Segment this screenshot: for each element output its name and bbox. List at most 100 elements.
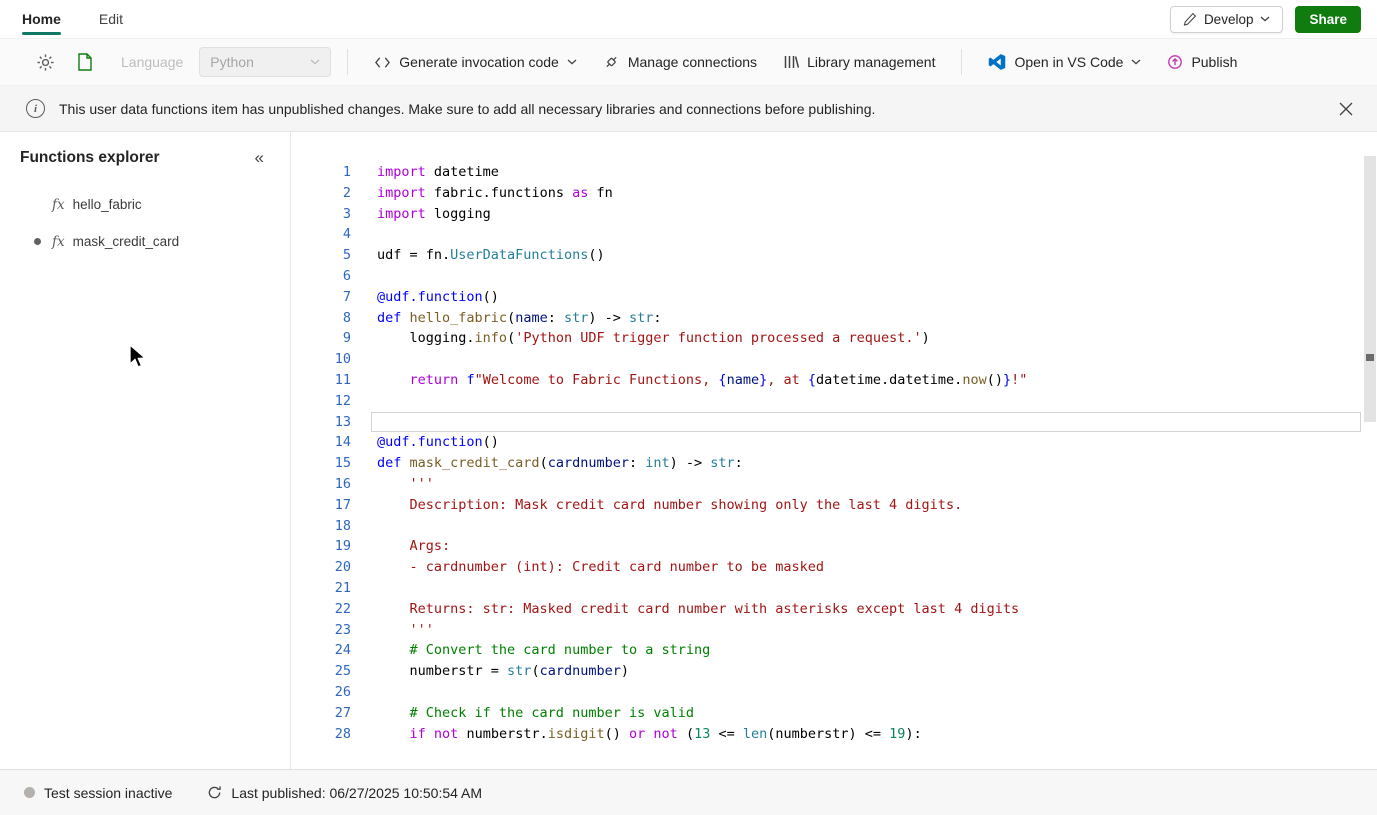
function-item-label: mask_credit_card — [72, 234, 180, 249]
script-file-button[interactable] — [69, 46, 101, 78]
publish-button[interactable]: Publish — [1157, 47, 1247, 77]
code-line[interactable]: 24 # Convert the card number to a string — [303, 640, 1377, 661]
overview-ruler-mark — [1366, 354, 1374, 361]
code-line[interactable]: 10 — [303, 349, 1377, 370]
code-line[interactable]: 2 import fabric.functions as fn — [303, 183, 1377, 204]
code-line[interactable]: 12 — [303, 391, 1377, 412]
line-text: @udf.function() — [377, 288, 499, 305]
code-line[interactable]: 16 ''' — [303, 474, 1377, 495]
line-text: ''' — [377, 621, 434, 638]
line-text: udf = fn.UserDataFunctions() — [377, 247, 605, 264]
code-line[interactable]: 6 — [303, 266, 1377, 287]
line-number: 26 — [334, 683, 351, 700]
library-books-icon — [784, 56, 800, 68]
line-number: 4 — [342, 226, 351, 243]
code-line[interactable]: 22 Returns: str: Masked credit card numb… — [303, 599, 1377, 620]
line-number: 16 — [334, 475, 351, 492]
line-text: ''' — [377, 475, 434, 492]
code-brackets-icon — [375, 56, 391, 68]
develop-button[interactable]: Develop — [1169, 5, 1284, 33]
plug-icon — [606, 56, 617, 68]
code-line[interactable]: 20 - cardnumber (int): Credit card numbe… — [303, 557, 1377, 578]
tab-home[interactable]: Home — [22, 0, 61, 38]
line-text: # Convert the card number to a string — [377, 642, 711, 659]
tab-edit[interactable]: Edit — [99, 0, 123, 38]
code-line[interactable]: 25 numberstr = str(cardnumber) — [303, 661, 1377, 682]
publish-label: Publish — [1191, 54, 1238, 70]
function-item-hello_fabric[interactable]: fx hello_fabric — [0, 186, 290, 223]
scrollbar-handle[interactable] — [1364, 156, 1376, 422]
gear-icon — [37, 53, 54, 71]
line-text: Returns: str: Masked credit card number … — [377, 600, 1020, 617]
language-value: Python — [210, 54, 254, 70]
chevron-down-icon — [567, 59, 577, 65]
close-banner-button[interactable] — [1333, 96, 1359, 122]
last-published-group: Last published: 06/27/2025 10:50:54 AM — [207, 785, 482, 801]
share-button[interactable]: Share — [1295, 5, 1361, 33]
modified-indicator-dot — [34, 238, 41, 245]
function-item-mask_credit_card[interactable]: fx mask_credit_card — [0, 223, 290, 260]
line-text: # Check if the card number is valid — [377, 704, 694, 721]
line-number: 13 — [334, 413, 351, 430]
line-text: import fabric.functions as fn — [377, 184, 613, 201]
line-number: 28 — [334, 725, 351, 742]
code-line[interactable]: 5 udf = fn.UserDataFunctions() — [303, 245, 1377, 266]
pencil-icon — [1183, 12, 1197, 26]
tab-home-label: Home — [22, 11, 61, 27]
line-number: 27 — [334, 704, 351, 721]
code-line[interactable]: 9 logging.info('Python UDF trigger funct… — [303, 328, 1377, 349]
code-line[interactable]: 19 Args: — [303, 536, 1377, 557]
code-line[interactable]: 4 — [303, 224, 1377, 245]
line-text: return f"Welcome to Fabric Functions, {n… — [409, 371, 1028, 388]
collapse-panel-button[interactable]: « — [249, 146, 270, 170]
editor-scrollbar[interactable] — [1363, 132, 1377, 750]
line-number: 7 — [342, 288, 351, 305]
line-number: 21 — [334, 579, 351, 596]
settings-button[interactable] — [28, 46, 63, 79]
code-line[interactable]: 17 Description: Mask credit card number … — [303, 495, 1377, 516]
topbar-actions: Develop Share — [1169, 5, 1361, 33]
code-line[interactable]: 26 — [303, 682, 1377, 703]
code-line[interactable]: 1 import datetime — [303, 162, 1377, 183]
line-text: def hello_fabric(name: str) -> str: — [377, 309, 662, 326]
code-line[interactable]: 21 — [303, 578, 1377, 599]
generate-invocation-code-button[interactable]: Generate invocation code — [364, 47, 587, 77]
library-management-button[interactable]: Library management — [773, 47, 945, 77]
code-line[interactable]: 7 @udf.function() — [303, 287, 1377, 308]
function-icon: fx — [52, 233, 65, 250]
code-line[interactable]: 14 @udf.function() — [303, 432, 1377, 453]
manage-connections-button[interactable]: Manage connections — [593, 47, 767, 77]
functions-explorer-title: Functions explorer — [20, 149, 160, 166]
functions-explorer-header: Functions explorer « — [0, 146, 290, 170]
code-line[interactable]: 3 import logging — [303, 204, 1377, 225]
code-line[interactable]: 23 ''' — [303, 620, 1377, 641]
line-number: 14 — [334, 434, 351, 451]
line-number: 6 — [342, 267, 351, 284]
function-item-label: hello_fabric — [72, 197, 142, 212]
code-line[interactable]: 11 return f"Welcome to Fabric Functions,… — [303, 370, 1377, 391]
code-editor[interactable]: 1 import datetime 2 import fabric.functions… — [291, 132, 1377, 769]
line-text: import datetime — [377, 164, 499, 180]
code-line[interactable]: 13 — [303, 411, 1377, 433]
line-text: Args: — [377, 538, 451, 555]
line-number: 18 — [334, 517, 351, 534]
line-number: 17 — [334, 496, 351, 513]
code-line[interactable]: 18 — [303, 516, 1377, 537]
info-banner: i This user data functions item has unpu… — [0, 86, 1377, 132]
code-line[interactable]: 28 if not numberstr.isdigit() or not (13… — [303, 724, 1377, 745]
line-number: 5 — [342, 247, 351, 264]
chevron-down-icon — [1132, 59, 1141, 65]
generate-invocation-code-label: Generate invocation code — [399, 54, 559, 70]
line-number: 2 — [342, 184, 351, 201]
manage-connections-label: Manage connections — [627, 54, 758, 70]
code-line[interactable]: 27 # Check if the card number is valid — [303, 703, 1377, 724]
line-text: @udf.function() — [377, 434, 499, 451]
close-icon — [1339, 102, 1353, 115]
line-number: 20 — [334, 559, 351, 576]
info-icon: i — [26, 99, 45, 118]
code-line[interactable]: 15 def mask_credit_card(cardnumber: int) … — [303, 453, 1377, 474]
open-in-vscode-button[interactable]: Open in VS Code — [978, 46, 1151, 78]
code-line[interactable]: 8 def hello_fabric(name: str) -> str: — [303, 308, 1377, 329]
ribbon-tabs: Home Edit — [22, 0, 123, 38]
main-content: Functions explorer « fx hello_fabricfx mas… — [0, 132, 1377, 769]
